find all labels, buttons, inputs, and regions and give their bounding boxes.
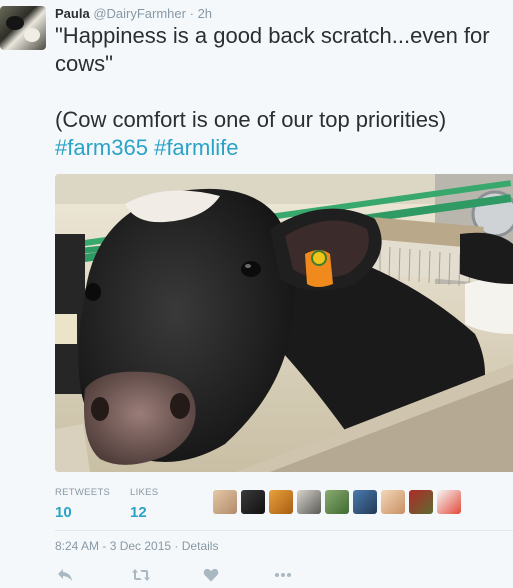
more-icon — [275, 573, 291, 577]
hashtag-farmlife[interactable]: #farmlife — [154, 135, 238, 160]
tweet-note: (Cow comfort is one of our top prioritie… — [55, 107, 447, 132]
cow-photo — [55, 174, 513, 472]
tweet-header: Paula @DairyFarmher · 2h — [55, 6, 212, 22]
liker-avatar[interactable] — [381, 490, 405, 514]
more-button[interactable] — [273, 566, 293, 584]
liker-avatar[interactable] — [269, 490, 293, 514]
retweets-count: 10 — [55, 504, 72, 521]
likes-label: LIKES — [130, 487, 159, 498]
user-name[interactable]: Paula — [55, 6, 90, 21]
liker-avatar[interactable] — [437, 490, 461, 514]
retweet-icon — [132, 569, 150, 581]
likes-count: 12 — [130, 504, 147, 521]
like-button[interactable] — [202, 566, 220, 584]
timestamp-text[interactable]: 8:24 AM - 3 Dec 2015 — [55, 539, 171, 553]
retweets-label: RETWEETS — [55, 487, 111, 498]
like-stat[interactable]: LIKES 12 — [130, 487, 158, 521]
retweet-button[interactable] — [130, 566, 152, 584]
tweet-hashtags: #farm365 #farmlife — [55, 134, 505, 162]
reply-button[interactable] — [55, 566, 75, 584]
retweet-stat[interactable]: RETWEETS 10 — [55, 487, 110, 521]
like-icon — [203, 568, 219, 582]
tweet-photo[interactable] — [55, 174, 513, 472]
tweet-timestamp: 8:24 AM - 3 Dec 2015 · Details — [55, 539, 218, 553]
reply-icon — [58, 569, 72, 581]
avatar[interactable] — [0, 6, 46, 50]
avatar-spot — [24, 28, 40, 42]
timestamp-separator: · — [174, 539, 179, 553]
user-handle[interactable]: @DairyFarmher — [93, 6, 186, 21]
tweet-text: "Happiness is a good back scratch...even… — [55, 22, 505, 162]
tweet-quote: "Happiness is a good back scratch...even… — [55, 23, 490, 76]
avatar-spot — [6, 16, 24, 30]
time-separator: · — [189, 6, 194, 21]
details-link[interactable]: Details — [182, 539, 219, 553]
liker-avatar[interactable] — [241, 490, 265, 514]
divider — [55, 530, 513, 531]
liker-avatar[interactable] — [213, 490, 237, 514]
tweet-time[interactable]: 2h — [198, 6, 212, 21]
liker-avatar[interactable] — [353, 490, 377, 514]
hashtag-farm365[interactable]: #farm365 — [55, 135, 148, 160]
liker-avatar[interactable] — [409, 490, 433, 514]
liker-avatar[interactable] — [297, 490, 321, 514]
liker-avatar[interactable] — [325, 490, 349, 514]
